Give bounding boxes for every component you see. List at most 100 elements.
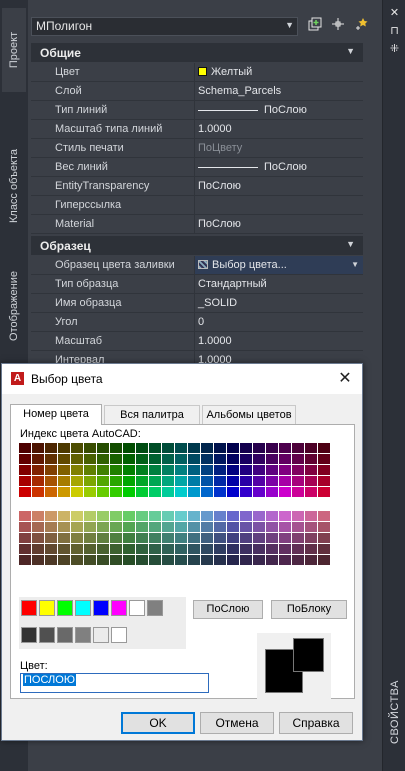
- aci-color-cell[interactable]: [175, 555, 187, 565]
- aci-color-cell[interactable]: [45, 443, 57, 453]
- standard-color-cell[interactable]: [129, 600, 145, 616]
- prop-value[interactable]: ПоСлою: [194, 177, 363, 195]
- aci-color-cell[interactable]: [175, 487, 187, 497]
- help-button[interactable]: Справка: [279, 712, 353, 734]
- aci-color-cell[interactable]: [188, 533, 200, 543]
- aci-color-cell[interactable]: [279, 511, 291, 521]
- prop-value[interactable]: ПоСлою: [194, 101, 363, 119]
- aci-color-cell[interactable]: [266, 544, 278, 554]
- aci-color-cell[interactable]: [227, 533, 239, 543]
- aci-color-cell[interactable]: [318, 511, 330, 521]
- aci-color-cell[interactable]: [240, 454, 252, 464]
- aci-color-cell[interactable]: [201, 522, 213, 532]
- aci-color-cell[interactable]: [71, 555, 83, 565]
- aci-color-cell[interactable]: [110, 465, 122, 475]
- aci-color-cell[interactable]: [84, 522, 96, 532]
- aci-color-cell[interactable]: [110, 533, 122, 543]
- aci-color-cell[interactable]: [305, 533, 317, 543]
- aci-color-cell[interactable]: [266, 454, 278, 464]
- aci-color-cell[interactable]: [32, 476, 44, 486]
- aci-color-cell[interactable]: [71, 476, 83, 486]
- aci-color-cell[interactable]: [253, 465, 265, 475]
- aci-color-cell[interactable]: [58, 487, 70, 497]
- aci-color-cell[interactable]: [149, 476, 161, 486]
- aci-color-cell[interactable]: [201, 443, 213, 453]
- aci-color-cell[interactable]: [19, 522, 31, 532]
- aci-color-cell[interactable]: [266, 533, 278, 543]
- prop-row-angle[interactable]: Угол 0: [31, 313, 363, 332]
- aci-color-cell[interactable]: [266, 465, 278, 475]
- aci-color-cell[interactable]: [253, 555, 265, 565]
- aci-color-cell[interactable]: [227, 443, 239, 453]
- aci-color-cell[interactable]: [201, 476, 213, 486]
- section-general[interactable]: Общие ▼: [31, 43, 363, 62]
- aci-color-cell[interactable]: [175, 533, 187, 543]
- aci-color-cell[interactable]: [253, 544, 265, 554]
- aci-color-cell[interactable]: [97, 544, 109, 554]
- aci-color-cell[interactable]: [240, 544, 252, 554]
- aci-color-cell[interactable]: [292, 511, 304, 521]
- aci-color-cell[interactable]: [201, 544, 213, 554]
- aci-color-cell[interactable]: [32, 487, 44, 497]
- prop-row-scale[interactable]: Масштаб 1.0000: [31, 332, 363, 351]
- aci-color-cell[interactable]: [227, 454, 239, 464]
- aci-color-cell[interactable]: [71, 511, 83, 521]
- aci-color-cell[interactable]: [71, 544, 83, 554]
- aci-color-cell[interactable]: [97, 555, 109, 565]
- prop-value[interactable]: _SOLID: [194, 294, 363, 312]
- aci-color-cell[interactable]: [136, 511, 148, 521]
- aci-color-cell[interactable]: [227, 476, 239, 486]
- aci-color-cell[interactable]: [32, 465, 44, 475]
- aci-color-cell[interactable]: [58, 544, 70, 554]
- pattern-color-dropdown[interactable]: Выбор цвета... ▼: [194, 256, 363, 274]
- aci-color-cell[interactable]: [279, 443, 291, 453]
- gray-color-cell[interactable]: [57, 627, 73, 643]
- aci-color-cell[interactable]: [19, 465, 31, 475]
- aci-color-cell[interactable]: [279, 476, 291, 486]
- aci-color-cell[interactable]: [227, 522, 239, 532]
- aci-color-cell[interactable]: [175, 511, 187, 521]
- standard-color-cell[interactable]: [147, 600, 163, 616]
- aci-color-cell[interactable]: [19, 555, 31, 565]
- aci-color-cell[interactable]: [175, 476, 187, 486]
- aci-color-cell[interactable]: [97, 533, 109, 543]
- aci-color-cell[interactable]: [149, 533, 161, 543]
- prop-value[interactable]: Желтый: [194, 63, 363, 81]
- aci-color-cell[interactable]: [97, 476, 109, 486]
- aci-color-cell[interactable]: [19, 487, 31, 497]
- aci-color-cell[interactable]: [136, 487, 148, 497]
- properties-menu-icon[interactable]: ⁜: [387, 42, 402, 57]
- aci-color-cell[interactable]: [188, 522, 200, 532]
- ok-button[interactable]: OK: [121, 712, 195, 734]
- aci-color-cell[interactable]: [84, 544, 96, 554]
- aci-color-cell[interactable]: [318, 522, 330, 532]
- aci-color-cell[interactable]: [318, 465, 330, 475]
- aci-color-cell[interactable]: [240, 476, 252, 486]
- aci-color-cell[interactable]: [162, 487, 174, 497]
- aci-color-cell[interactable]: [71, 454, 83, 464]
- aci-color-cell[interactable]: [214, 511, 226, 521]
- prop-value[interactable]: Стандартный: [194, 275, 363, 293]
- aci-color-cell[interactable]: [253, 476, 265, 486]
- aci-color-cell[interactable]: [162, 476, 174, 486]
- aci-color-cell[interactable]: [175, 544, 187, 554]
- aci-color-cell[interactable]: [71, 443, 83, 453]
- tab-project[interactable]: Проект: [2, 8, 26, 92]
- aci-color-cell[interactable]: [162, 511, 174, 521]
- standard-color-cell[interactable]: [111, 600, 127, 616]
- aci-color-cell[interactable]: [19, 511, 31, 521]
- aci-color-cell[interactable]: [305, 465, 317, 475]
- prop-value[interactable]: 0: [194, 313, 363, 331]
- aci-color-cell[interactable]: [149, 443, 161, 453]
- aci-color-cell[interactable]: [110, 511, 122, 521]
- aci-color-cell[interactable]: [32, 544, 44, 554]
- aci-color-cell[interactable]: [201, 465, 213, 475]
- aci-color-cell[interactable]: [175, 465, 187, 475]
- aci-color-cell[interactable]: [58, 476, 70, 486]
- aci-color-cell[interactable]: [292, 454, 304, 464]
- aci-color-cell[interactable]: [227, 465, 239, 475]
- aci-color-cell[interactable]: [292, 533, 304, 543]
- select-objects-icon[interactable]: [328, 17, 348, 36]
- aci-color-cell[interactable]: [240, 533, 252, 543]
- aci-color-cell[interactable]: [71, 487, 83, 497]
